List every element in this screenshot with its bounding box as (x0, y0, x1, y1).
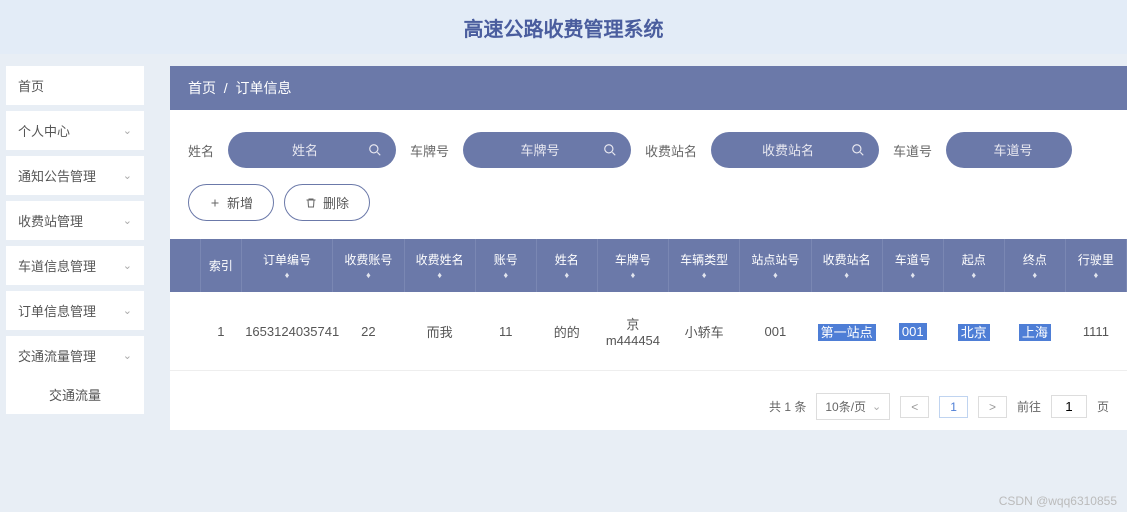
table-cell: 京m444454 (597, 292, 668, 371)
table-header-cell[interactable]: 收费站名♦ (811, 239, 882, 292)
pager-pagesize-select[interactable]: 10条/页 ⌄ (816, 393, 890, 420)
breadcrumb: 首页 / 订单信息 (170, 66, 1127, 110)
filter-input-plate[interactable] (485, 143, 595, 158)
table-header-cell[interactable]: 账号♦ (475, 239, 536, 292)
table-header-cell[interactable]: 车牌号♦ (597, 239, 668, 292)
filter-input-plate-wrap (463, 132, 631, 168)
pager-goto-suffix: 页 (1097, 398, 1109, 415)
filter-input-lane[interactable] (968, 143, 1058, 158)
sidebar-item-profile[interactable]: 个人中心⌄ (6, 111, 144, 150)
pager-page-1[interactable]: 1 (939, 396, 968, 418)
chevron-down-icon: ⌄ (123, 124, 132, 137)
filter-label-lane: 车道号 (893, 141, 932, 160)
table-header-cell[interactable]: 行驶里♦ (1065, 239, 1126, 292)
data-table-wrap: 索引订单编号♦收费账号♦收费姓名♦账号♦姓名♦车牌号♦车辆类型♦站点站号♦收费站… (170, 239, 1127, 383)
delete-button[interactable]: 删除 (284, 184, 370, 221)
table-cell: 22 (333, 292, 404, 371)
pager-goto-input[interactable] (1051, 395, 1087, 418)
table-cell: 的的 (536, 292, 597, 371)
table-header-cell[interactable]: 收费账号♦ (333, 239, 404, 292)
sidebar-item-lane[interactable]: 车道信息管理⌄ (6, 246, 144, 285)
data-table: 索引订单编号♦收费账号♦收费姓名♦账号♦姓名♦车牌号♦车辆类型♦站点站号♦收费站… (170, 239, 1127, 371)
table-cell: 001 (740, 292, 811, 371)
watermark: CSDN @wqq6310855 (999, 494, 1117, 508)
sidebar-item-notice[interactable]: 通知公告管理⌄ (6, 156, 144, 195)
table-cell: 上海 (1004, 292, 1065, 371)
pager-prev-button[interactable]: < (900, 396, 929, 418)
chevron-down-icon: ⌄ (123, 304, 132, 317)
filter-label-name: 姓名 (188, 141, 214, 160)
pager-total: 共 1 条 (769, 398, 806, 415)
filter-input-name-wrap (228, 132, 396, 168)
search-icon (851, 143, 865, 157)
search-icon (603, 143, 617, 157)
breadcrumb-root[interactable]: 首页 (188, 80, 216, 96)
table-header-cell[interactable]: 起点♦ (943, 239, 1004, 292)
sidebar-item-traffic[interactable]: 交通流量管理⌄ (6, 336, 144, 375)
table-cell: 而我 (404, 292, 475, 371)
table-header-cell[interactable]: 站点站号♦ (740, 239, 811, 292)
add-button[interactable]: 新增 (188, 184, 274, 221)
pager-goto-prefix: 前往 (1017, 398, 1041, 415)
chevron-down-icon: ⌄ (872, 400, 881, 413)
table-header-cell[interactable]: 终点♦ (1004, 239, 1065, 292)
table-cell: 北京 (943, 292, 1004, 371)
table-header-cell[interactable]: 车辆类型♦ (669, 239, 740, 292)
sidebar-item-home[interactable]: 首页 (6, 66, 144, 105)
filter-input-name[interactable] (250, 143, 360, 158)
table-cell: 第一站点 (811, 292, 882, 371)
table-cell: 11 (475, 292, 536, 371)
filter-input-lane-wrap (946, 132, 1072, 168)
sidebar-item-order[interactable]: 订单信息管理⌄ (6, 291, 144, 330)
filter-input-station-wrap (711, 132, 879, 168)
filter-label-station: 收费站名 (645, 141, 697, 160)
pagination: 共 1 条 10条/页 ⌄ < 1 > 前往 页 (170, 383, 1127, 430)
trash-icon (305, 197, 317, 209)
chevron-down-icon: ⌄ (123, 169, 132, 182)
table-cell: 小轿车 (669, 292, 740, 371)
chevron-down-icon: ⌄ (123, 214, 132, 227)
breadcrumb-current: 订单信息 (235, 80, 291, 96)
table-cell: 1111 (1065, 292, 1126, 371)
pager-next-button[interactable]: > (978, 396, 1007, 418)
filter-input-station[interactable] (733, 143, 843, 158)
filter-label-plate: 车牌号 (410, 141, 449, 160)
table-header-cell[interactable]: 姓名♦ (536, 239, 597, 292)
table-header-cell[interactable]: 车道号♦ (882, 239, 943, 292)
table-header-cell[interactable]: 订单编号♦ (241, 239, 333, 292)
sidebar: 首页 个人中心⌄ 通知公告管理⌄ 收费站管理⌄ 车道信息管理⌄ 订单信息管理⌄ … (0, 54, 150, 512)
table-cell: 001 (882, 292, 943, 371)
table-cell: 1653124035741 (241, 292, 333, 371)
chevron-down-icon: ⌄ (123, 349, 132, 362)
plus-icon (209, 197, 221, 209)
table-cell: 1 (201, 292, 242, 371)
filter-bar: 姓名 车牌号 收费站名 车道号 (170, 110, 1127, 178)
table-header-row: 索引订单编号♦收费账号♦收费姓名♦账号♦姓名♦车牌号♦车辆类型♦站点站号♦收费站… (170, 239, 1127, 292)
chevron-down-icon: ⌄ (123, 259, 132, 272)
table-header-cell[interactable]: 收费姓名♦ (404, 239, 475, 292)
app-title: 高速公路收费管理系统 (464, 13, 664, 42)
app-header: 高速公路收费管理系统 (0, 0, 1127, 54)
sidebar-item-tollstation[interactable]: 收费站管理⌄ (6, 201, 144, 240)
layout: 首页 个人中心⌄ 通知公告管理⌄ 收费站管理⌄ 车道信息管理⌄ 订单信息管理⌄ … (0, 54, 1127, 512)
table-row[interactable]: 1165312403574122而我11的的京m444454小轿车001第一站点… (170, 292, 1127, 371)
search-icon (368, 143, 382, 157)
table-body: 1165312403574122而我11的的京m444454小轿车001第一站点… (170, 292, 1127, 371)
table-header-cell[interactable]: 索引 (201, 239, 242, 292)
action-bar: 新增 删除 (170, 178, 1127, 239)
sidebar-subitem-traffic[interactable]: 交通流量 (6, 375, 144, 414)
main-content: 首页 / 订单信息 姓名 车牌号 收费站名 车道号 (150, 54, 1127, 512)
